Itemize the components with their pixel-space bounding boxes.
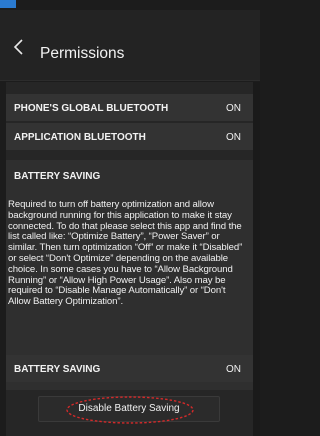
row-application-bluetooth[interactable]: APPLICATION BLUETOOTH ON	[6, 123, 253, 150]
panel-edge	[253, 82, 260, 436]
battery-saving-description: Required to turn off battery optimizatio…	[8, 199, 243, 308]
row-label: APPLICATION BLUETOOTH	[14, 132, 146, 143]
app-header: Permissions	[0, 10, 260, 81]
row-status: ON	[226, 103, 241, 114]
row-label: BATTERY SAVING	[14, 364, 101, 375]
back-arrow-icon[interactable]	[12, 37, 26, 57]
highlight-ring	[66, 396, 194, 424]
row-status: ON	[226, 364, 241, 375]
row-phone-global-bluetooth[interactable]: PHONE'S GLOBAL BLUETOOTH ON	[6, 94, 253, 121]
battery-saving-heading: BATTERY SAVING	[14, 171, 101, 182]
row-label: PHONE'S GLOBAL BLUETOOTH	[14, 103, 169, 114]
row-status: ON	[226, 132, 241, 143]
accent-strip	[0, 0, 16, 8]
row-battery-saving[interactable]: BATTERY SAVING ON	[6, 355, 253, 382]
page-title: Permissions	[40, 45, 125, 62]
